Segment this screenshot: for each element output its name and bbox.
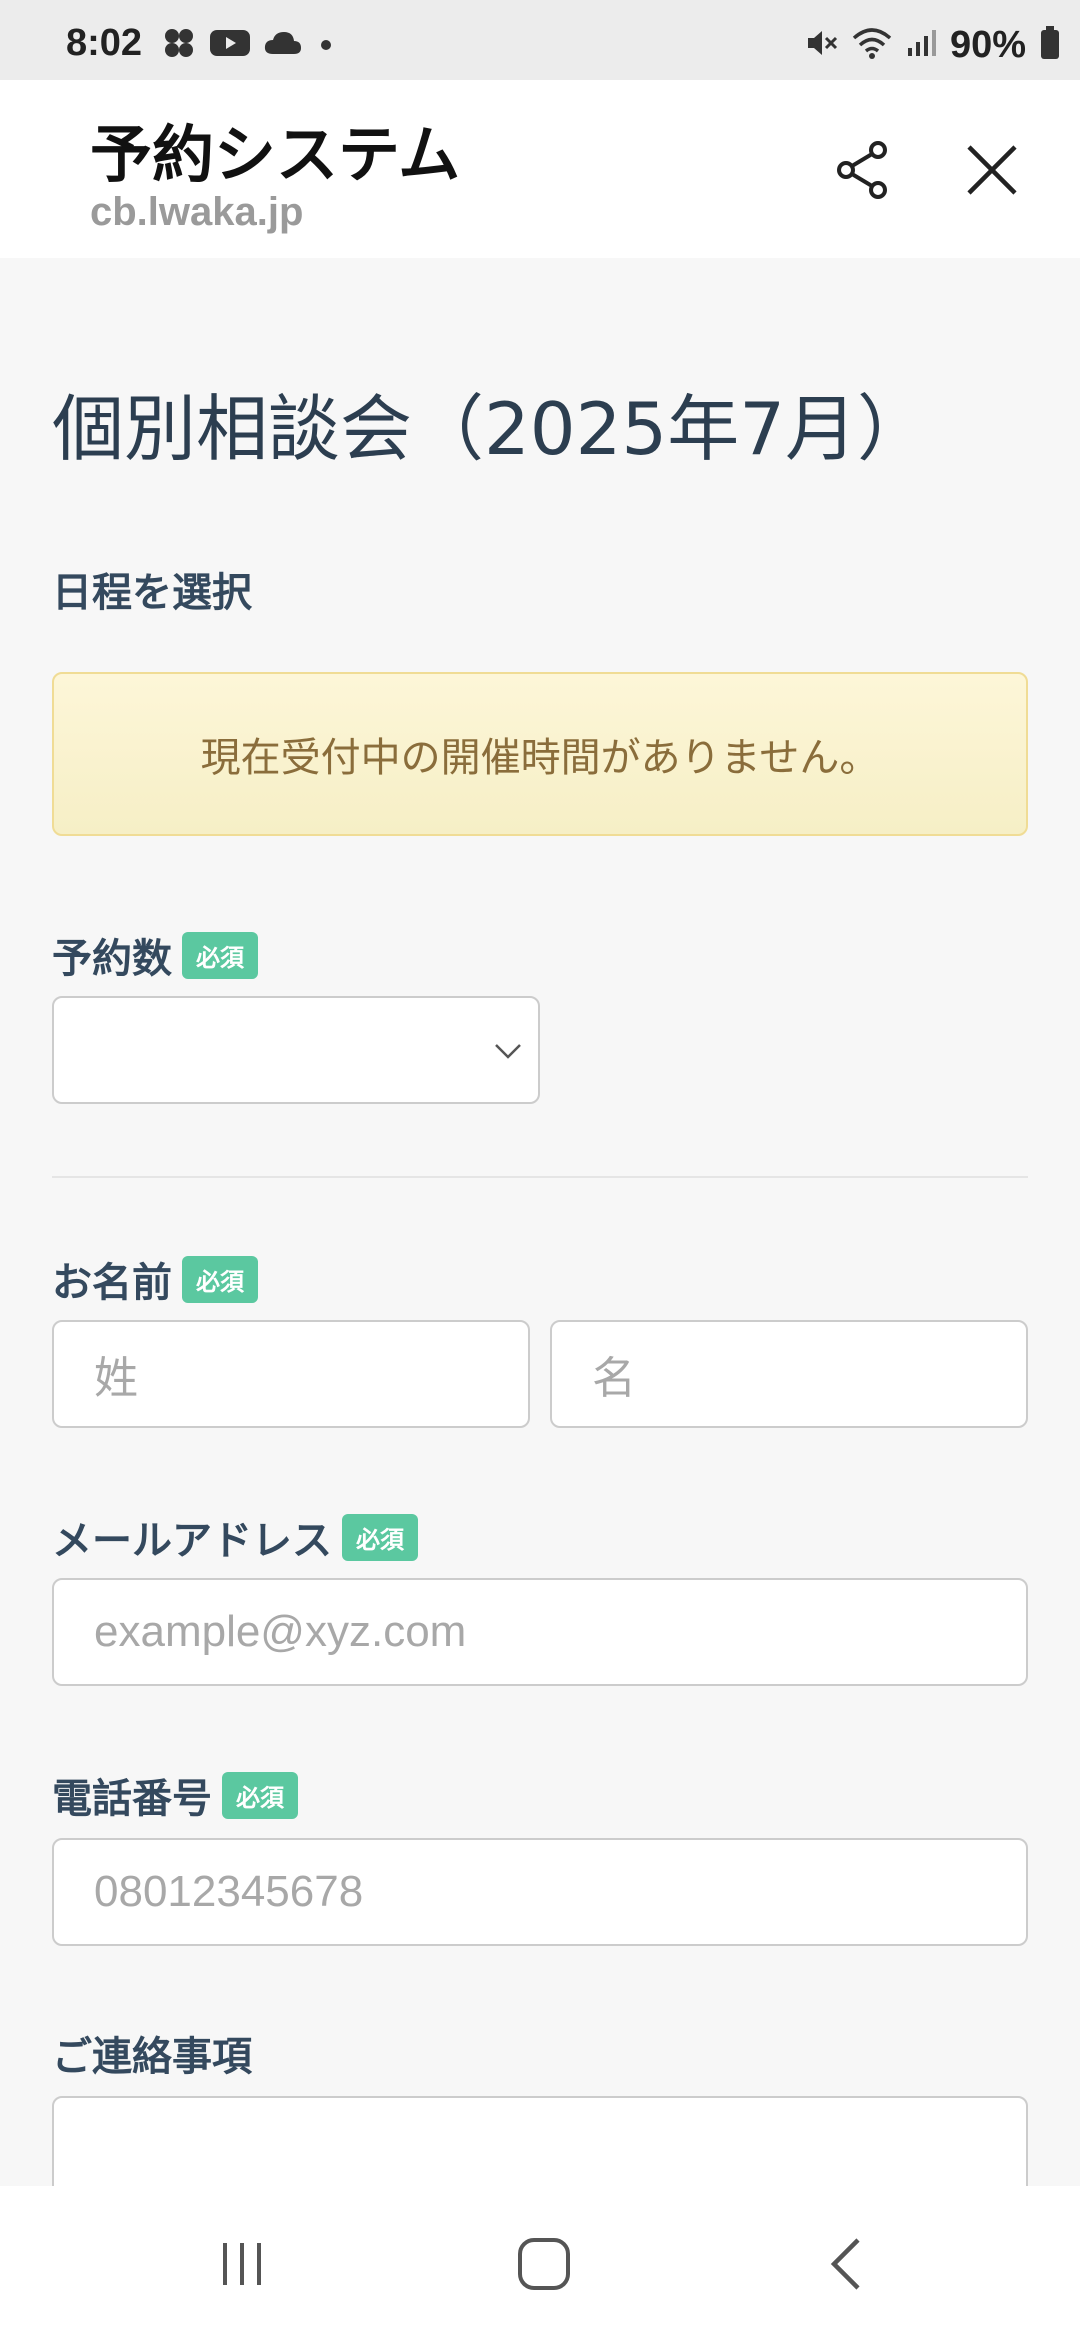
wifi-icon	[852, 26, 892, 65]
dot-icon	[316, 33, 336, 58]
email-input[interactable]: example@xyz.com	[52, 1578, 1028, 1686]
last-name-placeholder: 姓	[94, 1354, 138, 1403]
chevron-down-icon	[494, 1042, 522, 1064]
phone-label-text: 電話番号	[52, 1776, 212, 1822]
schedule-label: 日程を選択	[52, 560, 252, 618]
system-nav-bar	[0, 2186, 1080, 2340]
first-name-input[interactable]: 名	[550, 1320, 1028, 1428]
signal-icon	[906, 28, 936, 63]
first-name-placeholder: 名	[592, 1354, 636, 1403]
cloud-icon	[264, 30, 302, 61]
share-button[interactable]	[822, 132, 902, 212]
last-name-input[interactable]: 姓	[52, 1320, 530, 1428]
battery-percentage: 90%	[949, 24, 1026, 66]
required-badge: 必須	[182, 931, 258, 979]
email-placeholder: example@xyz.com	[94, 1607, 467, 1656]
section-divider	[52, 1176, 1028, 1178]
phone-input[interactable]: 08012345678	[52, 1838, 1028, 1946]
battery-icon	[1040, 26, 1060, 65]
close-icon	[965, 143, 1019, 201]
reservation-count-select[interactable]	[52, 996, 540, 1104]
home-button[interactable]	[504, 2226, 584, 2306]
app-header: 予約システム cb.lwaka.jp	[0, 80, 1080, 258]
phone-label: 電話番号 必須	[52, 1766, 298, 1824]
required-badge: 必須	[222, 1771, 298, 1819]
slack-icon	[162, 26, 196, 65]
site-url: cb.lwaka.jp	[90, 190, 304, 234]
back-icon	[826, 2236, 866, 2296]
reservation-count-label-text: 予約数	[52, 936, 172, 982]
close-button[interactable]	[952, 132, 1032, 212]
phone-placeholder: 08012345678	[94, 1867, 364, 1916]
notes-label-text: ご連絡事項	[52, 2034, 252, 2080]
notes-label: ご連絡事項	[52, 2024, 252, 2082]
mute-icon	[804, 26, 838, 65]
email-label: メールアドレス 必須	[52, 1508, 418, 1566]
home-icon	[517, 2237, 571, 2295]
email-label-text: メールアドレス	[52, 1518, 332, 1564]
no-availability-notice: 現在受付中の開催時間がありません。	[52, 672, 1028, 836]
name-label: お名前 必須	[52, 1250, 258, 1308]
back-button[interactable]	[806, 2226, 886, 2306]
name-label-text: お名前	[52, 1260, 172, 1306]
notice-text: 現在受付中の開催時間がありません。	[200, 735, 880, 781]
app-title: 予約システム	[90, 118, 461, 191]
page-title: 個別相談会（2025年7月）	[52, 387, 930, 471]
status-bar: 8:02 90%	[0, 0, 1080, 80]
schedule-label-text: 日程を選択	[52, 570, 252, 616]
recent-apps-icon	[217, 2239, 267, 2293]
recent-apps-button[interactable]	[202, 2226, 282, 2306]
share-icon	[834, 140, 890, 204]
required-badge: 必須	[342, 1513, 418, 1561]
status-time: 8:02	[66, 22, 143, 64]
required-badge: 必須	[182, 1255, 258, 1303]
reservation-count-label: 予約数 必須	[52, 926, 258, 984]
youtube-icon	[210, 28, 250, 63]
